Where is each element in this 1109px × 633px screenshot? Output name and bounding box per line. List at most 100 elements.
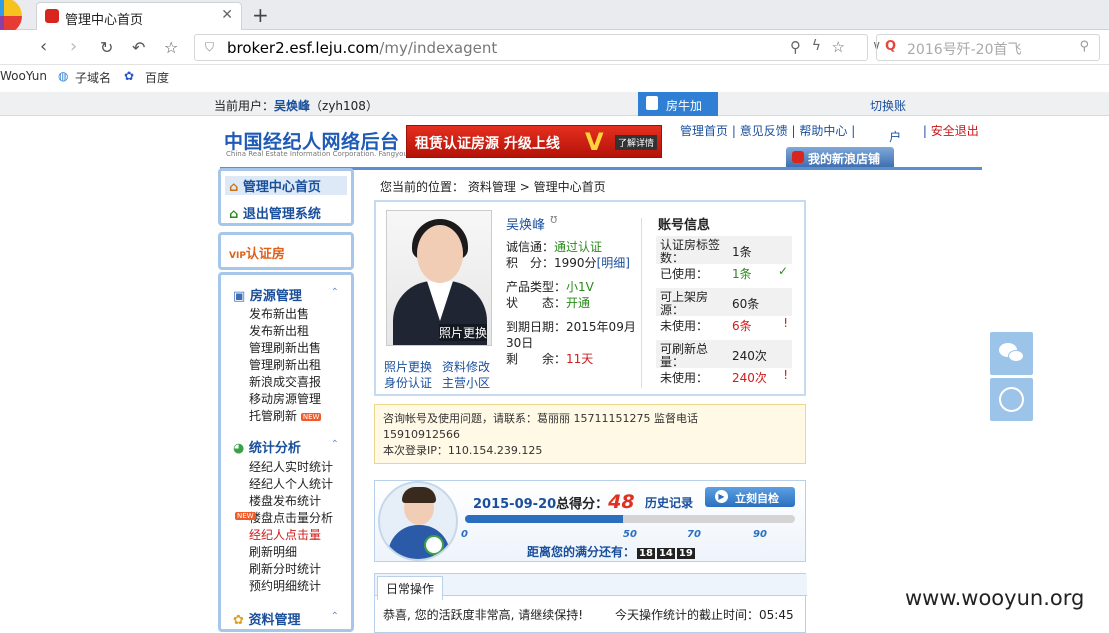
- tick-label: 90: [753, 529, 767, 540]
- status-row: 状 态：开通: [506, 296, 591, 310]
- undo-icon[interactable]: ↶: [132, 38, 145, 57]
- account-row: 可上架房 源： 60条: [656, 288, 792, 317]
- new-tab-button[interactable]: +: [252, 3, 269, 27]
- edit-profile-link[interactable]: 资料修改: [442, 358, 490, 375]
- search-engine-icon: Q: [885, 39, 897, 54]
- history-link[interactable]: 历史记录: [645, 494, 693, 511]
- profile-photo[interactable]: 照片更换: [386, 210, 492, 346]
- contact-phone: 15910912566: [383, 428, 460, 441]
- bookmark-wooyun[interactable]: WooYun: [0, 69, 47, 83]
- sidebar-item-building[interactable]: 楼盘发布统计: [249, 492, 321, 509]
- address-bar[interactable]: ⛉ broker2.esf.leju.com/my/indexagent ⚲ ϟ…: [194, 34, 881, 61]
- sidebar-item-refresh-sell[interactable]: 管理刷新出售: [249, 339, 321, 356]
- collapse-data-icon[interactable]: ⌃: [331, 611, 339, 622]
- sidebar-item-realtime[interactable]: 经纪人实时统计: [249, 458, 333, 475]
- tab-daily[interactable]: 日常操作: [377, 576, 444, 600]
- my-shop-button[interactable]: 我的新浪店铺: [786, 147, 894, 167]
- bookmark-subdomain[interactable]: 子域名: [75, 69, 111, 86]
- sidebar-item-hosted[interactable]: 托管刷新 NEW: [249, 407, 322, 424]
- search-icon[interactable]: ⚲: [790, 38, 801, 56]
- switch-account-link[interactable]: 切换账: [870, 97, 906, 114]
- bookmark-star-icon[interactable]: ☆: [164, 38, 178, 57]
- medal-icon: ʊ: [550, 212, 558, 226]
- sidebar-item-refresh-rent[interactable]: 管理刷新出租: [249, 356, 321, 373]
- account-row: 未使用： 240次 !: [656, 368, 792, 386]
- sidebar-item-refresh-detail[interactable]: 刷新明细: [249, 543, 297, 560]
- sidebar-item-verified[interactable]: VIP认证房: [229, 243, 285, 262]
- score-date: 2015-09-20总得分：48: [473, 491, 635, 513]
- bull-icon[interactable]: [990, 378, 1033, 421]
- banner-button[interactable]: 了解详情: [615, 135, 658, 150]
- photo-change-overlay[interactable]: 照片更换: [438, 324, 487, 341]
- back-icon[interactable]: ‹: [40, 36, 47, 57]
- promo-banner[interactable]: 租赁认证房源 升级上线 V 了解详情: [406, 125, 662, 158]
- sidebar-item-exit[interactable]: ⌂ 退出管理系统: [229, 203, 321, 222]
- play-icon: ▶: [715, 490, 728, 503]
- sidebar-item-refresh-time[interactable]: 刷新分时统计: [249, 560, 321, 577]
- tick-label: 0: [461, 529, 468, 540]
- header-link-help[interactable]: 帮助中心: [799, 124, 847, 138]
- wechat-icon[interactable]: [990, 332, 1033, 375]
- sidebar-item-agent-clicks[interactable]: 经纪人点击量: [249, 526, 321, 543]
- lightning-icon[interactable]: ϟ: [812, 38, 821, 54]
- close-tab-icon[interactable]: ✕: [221, 7, 233, 23]
- daily-message: 恭喜, 您的活跃度非常高, 请继续保持!: [383, 608, 584, 622]
- fangniu-button[interactable]: 房牛加: [638, 92, 718, 116]
- paw-icon: ✿: [124, 69, 135, 83]
- switch-account-link-2[interactable]: 户: [889, 130, 901, 144]
- tick-label: 50: [623, 529, 637, 540]
- header-link-feedback[interactable]: 意见反馈: [740, 124, 788, 138]
- warning-icon: !: [783, 316, 788, 330]
- sidebar-item-booking[interactable]: 预约明细统计: [249, 577, 321, 594]
- favorite-icon[interactable]: ☆: [832, 38, 845, 56]
- browser-tab[interactable]: 管理中心首页 ✕: [36, 2, 242, 30]
- bookmark-baidu[interactable]: 百度: [145, 69, 169, 86]
- logout-link[interactable]: 安全退出: [931, 124, 979, 138]
- browser-nav-bar: ‹ › ↻ ↶ ☆ ⛉ broker2.esf.leju.com/my/inde…: [0, 30, 1109, 65]
- points-detail-link[interactable]: [明细]: [597, 256, 630, 270]
- sidebar-item-mobile[interactable]: 移动房源管理: [249, 390, 321, 407]
- agent-avatar-icon: [378, 481, 458, 561]
- sidebar-item-rent[interactable]: 发布新出租: [249, 322, 309, 339]
- daily-operations: 日常操作 恭喜, 您的活跃度非常高, 请继续保持! 今天操作统计的截止时间：05…: [374, 573, 807, 633]
- search-box[interactable]: Q 2016号歼-20首飞 ⚲: [876, 34, 1100, 61]
- sidebar-item-sell[interactable]: 发布新出售: [249, 305, 309, 322]
- site-top-bar: 当前用户：吴焕峰（zyh108） 房牛加 切换账: [0, 92, 1109, 116]
- photo-change-link[interactable]: 照片更换: [384, 358, 432, 375]
- expire-row: 到期日期：2015年09月: [506, 320, 636, 334]
- document-icon: ▣: [233, 289, 246, 304]
- check-icon: ✓: [777, 264, 788, 278]
- forward-icon[interactable]: ›: [70, 36, 77, 57]
- reload-icon[interactable]: ↻: [100, 38, 113, 57]
- search-input[interactable]: 2016号歼-20首飞: [907, 39, 1022, 59]
- agent-name[interactable]: 吴焕峰: [506, 214, 545, 233]
- account-row: 可刷新总 量： 240次: [656, 340, 792, 369]
- account-row: 已使用： 1条 ✓: [656, 264, 792, 282]
- search-icon[interactable]: ⚲: [1079, 39, 1089, 54]
- sidebar-item-building-clicks[interactable]: NEW 楼盘点击量分析: [235, 509, 333, 526]
- sidebar-section-housing[interactable]: ▣ 房源管理: [233, 285, 302, 304]
- sidebar-section-data[interactable]: ✿ 资料管理: [233, 609, 300, 628]
- browser-logo-icon[interactable]: [0, 0, 22, 34]
- collapse-housing-icon[interactable]: ⌃: [331, 287, 339, 298]
- product-row: 产品类型：小1V: [506, 280, 594, 294]
- main-area-link[interactable]: 主营小区: [442, 374, 490, 391]
- sidebar-item-personal[interactable]: 经纪人个人统计: [249, 475, 333, 492]
- self-check-button[interactable]: ▶ 立刻自检: [705, 487, 795, 507]
- id-verify-link[interactable]: 身份认证: [384, 374, 432, 391]
- remaining-to-full: 距离您的满分还有： 18 14 19: [527, 545, 695, 559]
- sidebar-item-home[interactable]: ⌂ 管理中心首页: [225, 176, 347, 195]
- header-link-home[interactable]: 管理首页: [680, 124, 728, 138]
- sidebar-item-deals[interactable]: 新浪成交喜报: [249, 373, 321, 390]
- remain-row: 剩 余：11天: [506, 352, 594, 366]
- sidebar-section-stats[interactable]: ◕ 统计分析: [233, 437, 301, 456]
- contact-notice: 咨询帐号及使用问题，请联系：葛丽丽 15711151275 监督电话 15910…: [374, 404, 806, 464]
- site-logo-subtitle: China Real Estate Information Corporatio…: [226, 150, 426, 158]
- collapse-stats-icon[interactable]: ⌃: [331, 439, 339, 450]
- url-text: broker2.esf.leju.com/my/indexagent: [227, 39, 498, 57]
- banner-v: V: [585, 128, 604, 156]
- account-title: 账号信息: [658, 218, 711, 233]
- breadcrumb-link[interactable]: 资料管理: [468, 180, 516, 194]
- favicon-icon: [45, 9, 59, 23]
- points-row: 积 分：1990分[明细]: [506, 256, 630, 270]
